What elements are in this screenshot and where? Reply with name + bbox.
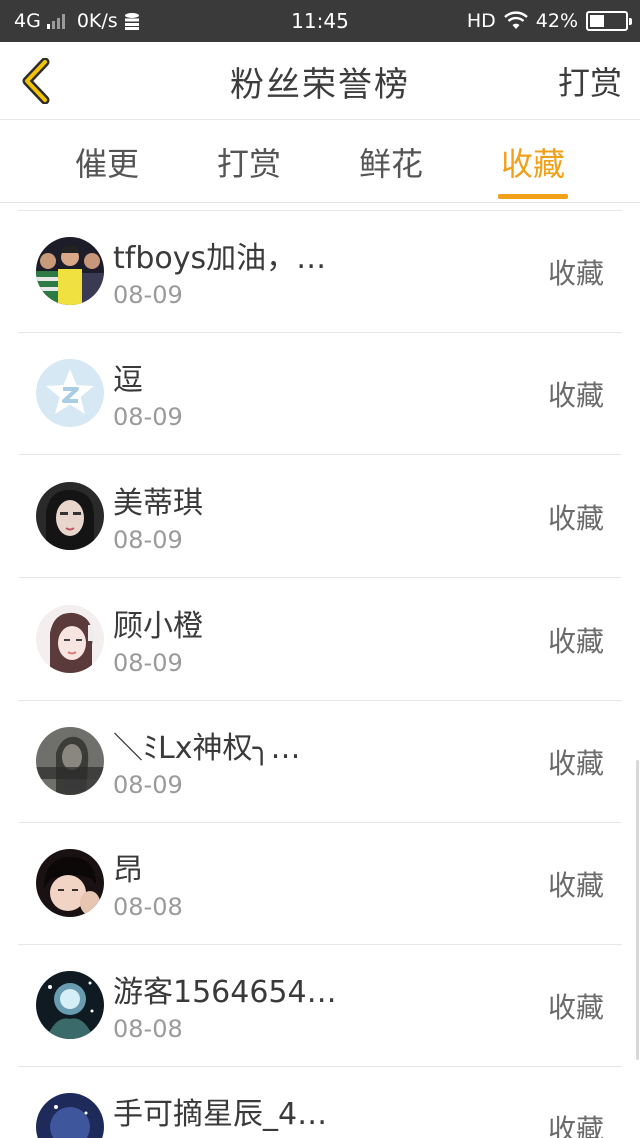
- date: 08-09: [113, 771, 183, 799]
- tab-flowers[interactable]: 鲜花: [336, 121, 446, 203]
- tab-urge[interactable]: 催更: [52, 121, 162, 203]
- wifi-icon: [503, 11, 528, 29]
- favorite-label: 收藏: [547, 1113, 604, 1138]
- favorite-label: 收藏: [547, 747, 604, 780]
- favorite-label: 收藏: [547, 869, 604, 902]
- user-name: 美蒂琪: [113, 486, 203, 521]
- date: 08-09: [113, 281, 183, 309]
- favorite-label: 收藏: [547, 379, 604, 412]
- status-right: HD 42%: [466, 0, 632, 42]
- hd-indicator: HD: [466, 10, 496, 32]
- favorite-label: 收藏: [547, 502, 604, 535]
- user-name: 昂: [113, 853, 143, 888]
- tab-reward[interactable]: 打赏: [194, 121, 304, 203]
- avatar: [36, 849, 104, 917]
- battery-icon: [586, 11, 632, 31]
- date: 08-09: [113, 526, 183, 554]
- scrollbar[interactable]: [636, 760, 639, 1060]
- user-name: tfboys加油，…: [113, 241, 327, 276]
- page-title: 粉丝荣誉榜: [230, 64, 410, 105]
- date: 08-08: [113, 893, 183, 921]
- avatar: [36, 971, 104, 1039]
- user-name: 逗: [113, 363, 143, 398]
- date: 08-09: [113, 649, 183, 677]
- avatar: [36, 1093, 104, 1138]
- date: 08-09: [113, 403, 183, 431]
- reward-button[interactable]: 打赏: [558, 42, 622, 120]
- list-item[interactable]: 顾小橙 08-09 收藏: [0, 579, 640, 701]
- user-name: 游客1564654…: [113, 975, 337, 1010]
- date: 08-08: [113, 1015, 183, 1043]
- list-item[interactable]: 游客1564654… 08-08 收藏: [0, 945, 640, 1067]
- favorite-label: 收藏: [547, 257, 604, 290]
- battery-percent: 42%: [535, 10, 578, 32]
- avatar: [36, 482, 104, 550]
- favorite-label: 收藏: [547, 625, 604, 658]
- favorite-label: 收藏: [547, 991, 604, 1024]
- avatar: [36, 727, 104, 795]
- user-name: ＼ﾐLx神权╮…: [113, 731, 301, 766]
- user-name: 顾小橙: [113, 609, 203, 644]
- list-item[interactable]: tfboys加油，… 08-09 收藏: [0, 211, 640, 333]
- tab-bar: 催更 打赏 鲜花 收藏: [0, 121, 640, 203]
- list-item[interactable]: 手可摘星辰_4… 收藏: [0, 1067, 640, 1138]
- user-name: 手可摘星辰_4…: [113, 1097, 328, 1132]
- top-bar: 粉丝荣誉榜 打赏: [0, 42, 640, 120]
- tab-favorites[interactable]: 收藏: [478, 121, 588, 203]
- active-tab-indicator: [498, 194, 568, 199]
- list-item[interactable]: 美蒂琪 08-09 收藏: [0, 456, 640, 578]
- avatar: [36, 359, 104, 427]
- list-item[interactable]: ＼ﾐLx神权╮… 08-09 收藏: [0, 701, 640, 823]
- avatar: [36, 605, 104, 673]
- status-bar: 4G 0K/s 11:45 HD 42%: [0, 0, 640, 42]
- list-item[interactable]: 昂 08-08 收藏: [0, 823, 640, 945]
- list-item[interactable]: 逗 08-09 收藏: [0, 333, 640, 455]
- avatar: [36, 237, 104, 305]
